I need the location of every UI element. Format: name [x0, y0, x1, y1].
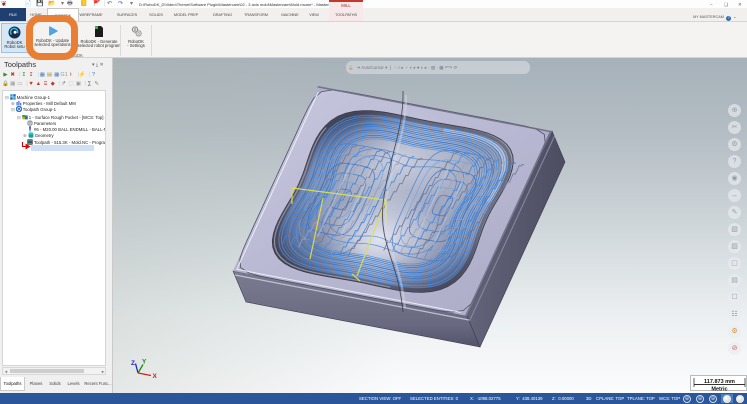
- svg-text:117.873 mm: 117.873 mm: [704, 379, 735, 385]
- svg-text:X: X: [153, 373, 158, 380]
- svg-text:Y: Y: [142, 359, 147, 366]
- svg-text:Metric: Metric: [711, 387, 727, 393]
- svg-text:Z: Z: [131, 360, 135, 367]
